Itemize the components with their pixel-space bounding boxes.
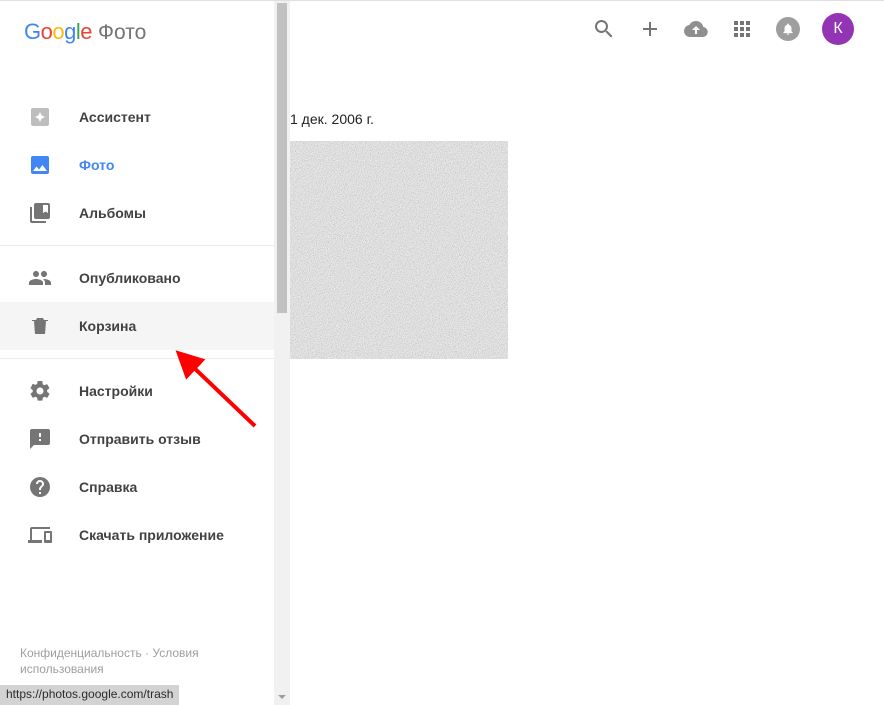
topbar: К	[592, 1, 884, 57]
sidebar-item-label: Фото	[79, 157, 114, 173]
sidebar-item-label: Ассистент	[79, 109, 151, 125]
sidebar-item-label: Альбомы	[79, 205, 146, 221]
sharing-icon	[28, 266, 52, 290]
sidebar-item-assistant[interactable]: Ассистент	[0, 93, 274, 141]
sidebar-item-label: Корзина	[79, 318, 136, 334]
sidebar-item-label: Справка	[79, 479, 137, 495]
search-icon[interactable]	[592, 17, 616, 41]
photo-thumbnail[interactable]	[290, 141, 508, 359]
primary-nav: Ассистент Фото Альбомы Опубликовано	[0, 93, 274, 559]
create-icon[interactable]	[638, 17, 662, 41]
help-icon	[28, 475, 52, 499]
nav-divider	[0, 358, 274, 359]
sidebar-item-sharing[interactable]: Опубликовано	[0, 254, 274, 302]
product-name: Фото	[98, 21, 146, 45]
feedback-icon	[28, 427, 52, 451]
app-root: К Google Фото Ассистент Фото	[0, 0, 884, 705]
sidebar-item-label: Отправить отзыв	[79, 431, 201, 447]
date-header: 1 дек. 2006 г.	[290, 111, 884, 127]
sidebar-item-help[interactable]: Справка	[0, 463, 274, 511]
sidebar-item-label: Настройки	[79, 383, 153, 399]
upload-icon[interactable]	[684, 17, 708, 41]
browser-status-bar: https://photos.google.com/trash	[0, 685, 179, 705]
logo[interactable]: Google Фото	[0, 1, 274, 45]
account-avatar[interactable]: К	[822, 13, 854, 45]
sidebar-item-albums[interactable]: Альбомы	[0, 189, 274, 237]
footer-links: Конфиденциальность · Условия использован…	[20, 645, 274, 677]
nav-divider	[0, 245, 274, 246]
albums-icon	[28, 201, 52, 225]
google-wordmark: Google	[24, 19, 92, 45]
devices-icon	[28, 523, 52, 547]
trash-icon	[28, 314, 52, 338]
sidebar-item-photos[interactable]: Фото	[0, 141, 274, 189]
settings-icon	[28, 379, 52, 403]
scroll-thumb[interactable]	[277, 3, 287, 313]
sidebar-item-label: Скачать приложение	[79, 527, 224, 543]
scroll-down-arrow[interactable]	[274, 689, 290, 705]
sidebar-item-settings[interactable]: Настройки	[0, 367, 274, 415]
sidebar: Google Фото Ассистент Фото Альбомы	[0, 1, 274, 705]
sidebar-item-trash[interactable]: Корзина	[0, 302, 274, 350]
sidebar-item-label: Опубликовано	[79, 270, 181, 286]
photos-icon	[28, 153, 52, 177]
main-content: 1 дек. 2006 г.	[290, 61, 884, 705]
sidebar-scrollbar[interactable]	[274, 1, 290, 705]
privacy-link[interactable]: Конфиденциальность	[20, 646, 142, 660]
sidebar-item-download-app[interactable]: Скачать приложение	[0, 511, 274, 559]
apps-icon[interactable]	[730, 17, 754, 41]
sidebar-item-feedback[interactable]: Отправить отзыв	[0, 415, 274, 463]
notifications-icon[interactable]	[776, 17, 800, 41]
assistant-icon	[28, 105, 52, 129]
